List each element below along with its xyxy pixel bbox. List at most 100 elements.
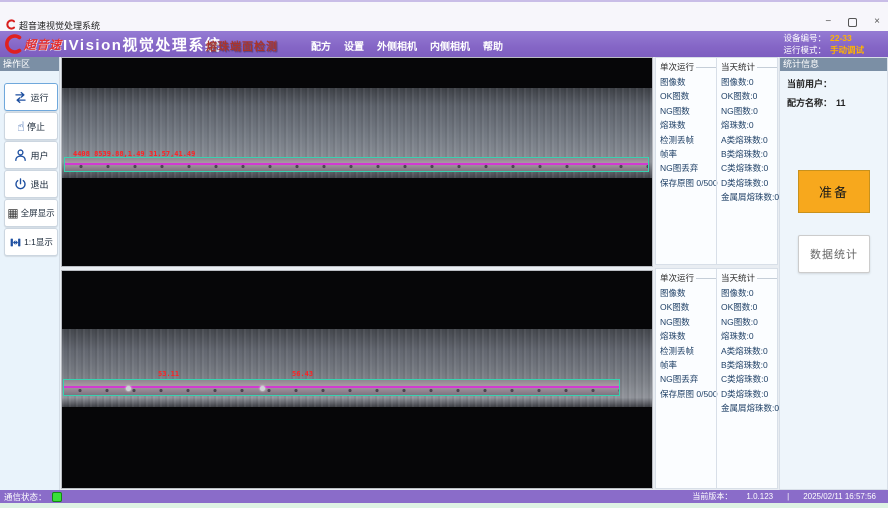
stat-row: 图像数:0 [721, 286, 777, 300]
stat-row: B类熔珠数:0 [721, 147, 777, 161]
today-stats-column: 当天统计 图像数:0 OK图数:0 NG图数:0 熔珠数:0 A类熔珠数:0 B… [716, 269, 777, 488]
header-bar: 超音速 IVision视觉处理系统 熔珠端面检测 配方 设置 外侧相机 内侧相机… [0, 31, 888, 57]
hand-stop-icon: ☝ [17, 120, 25, 133]
today-stats-title: 当天统计 [721, 61, 755, 73]
stat-row: 金属屑熔珠数:0 [721, 401, 777, 415]
titlebar[interactable]: 超音速视觉处理系统 − × [0, 2, 888, 31]
recipe-name-value: 11 [836, 98, 846, 108]
user-button[interactable]: 用户 [4, 141, 58, 169]
stat-row: 熔珠数:0 [721, 329, 777, 343]
menu-item-recipe[interactable]: 配方 [311, 38, 331, 53]
stat-row: NG图数 [660, 315, 716, 329]
run-mode-value: 手动调试 [830, 44, 880, 56]
restore-button[interactable] [848, 18, 857, 27]
stat-row: 帧率 [660, 147, 716, 161]
prepare-button[interactable]: 准备 [798, 170, 870, 213]
sidebar-title: 操作区 [0, 57, 59, 71]
one-to-one-icon [9, 236, 22, 249]
info-panel: 统计信息 当前用户： 配方名称：11 准备 数据统计 [779, 57, 888, 490]
status-bar: 通信状态： 当前版本： 1.0.123 | 2025/02/11 16:57:5… [0, 490, 888, 503]
weld-beads [68, 387, 619, 394]
minimize-button[interactable]: − [825, 17, 831, 27]
menu-item-settings[interactable]: 设置 [344, 38, 364, 53]
app-window: 超音速视觉处理系统 − × 超音速 IVision视觉处理系统 熔珠端面检测 配… [0, 0, 888, 522]
data-statistics-button[interactable]: 数据统计 [798, 235, 870, 273]
version-label: 当前版本： [692, 491, 732, 502]
user-icon [13, 148, 28, 163]
weld-beads [69, 163, 648, 170]
camera-viewport-outer: 4408 8539.88,1.49 31.57,41.49 [61, 57, 653, 267]
stat-row: 图像数 [660, 75, 716, 89]
stat-row: OK图数 [660, 300, 716, 314]
stat-row: 图像数:0 [721, 75, 777, 89]
run-mode-label: 运行模式： [783, 44, 826, 56]
datetime-value: 2025/02/11 16:57:56 [803, 492, 876, 501]
close-button[interactable]: × [874, 17, 880, 27]
measurement-annotation: 4408 8539.88,1.49 [73, 150, 145, 158]
stat-row: 熔珠数:0 [721, 118, 777, 132]
stat-row: D类熔珠数:0 [721, 176, 777, 190]
menu-item-outer-camera[interactable]: 外侧相机 [377, 38, 417, 53]
logo-swoosh-icon [3, 33, 23, 55]
device-number-label: 设备编号： [783, 32, 826, 44]
one-to-one-button-label: 1:1显示 [24, 236, 53, 248]
single-run-column: 单次运行 图像数 OK图数 NG图数 熔珠数 检测丢帧 帧率 NG图丢弃 保存原… [656, 58, 716, 264]
camera-viewport-inner: 53.11 56.43 [61, 270, 653, 489]
stat-row: 检测丢帧 [660, 133, 716, 147]
stat-row: NG图丢弃 [660, 372, 716, 386]
cycle-arrows-icon [13, 90, 28, 105]
one-to-one-button[interactable]: 1:1显示 [4, 228, 58, 256]
app-subtitle: 熔珠端面检测 [206, 38, 278, 54]
version-value: 1.0.123 [746, 492, 773, 501]
info-panel-title: 统计信息 [780, 58, 887, 71]
menu-item-inner-camera[interactable]: 内侧相机 [430, 38, 470, 53]
stat-row: OK图数:0 [721, 89, 777, 103]
run-button-label: 运行 [30, 91, 48, 104]
today-stats-column: 当天统计 图像数:0 OK图数:0 NG图数:0 熔珠数:0 A类熔珠数:0 B… [716, 58, 777, 264]
dither-square-icon: ▦ [7, 207, 18, 220]
brand-logo: 超音速 [3, 33, 62, 55]
bead-highlight [126, 386, 131, 391]
stat-row: 图像数 [660, 286, 716, 300]
stat-row: D类熔珠数:0 [721, 387, 777, 401]
exit-button[interactable]: 退出 [4, 170, 58, 198]
stats-panel-inner: 单次运行 图像数 OK图数 NG图数 熔珠数 检测丢帧 帧率 NG图丢弃 保存原… [655, 268, 778, 489]
header-info: 设备编号： 22-33 运行模式： 手动调试 [783, 32, 880, 56]
comm-status-label: 通信状态： [4, 491, 47, 503]
brand-name: 超音速 [24, 36, 62, 53]
stop-button[interactable]: ☝ 停止 [4, 112, 58, 140]
fullscreen-button[interactable]: ▦ 全屏显示 [4, 199, 58, 227]
stat-row: 帧率 [660, 358, 716, 372]
single-run-column: 单次运行 图像数 OK图数 NG图数 熔珠数 检测丢帧 帧率 NG图丢弃 保存原… [656, 269, 716, 488]
single-run-title: 单次运行 [660, 272, 694, 284]
app-icon [5, 19, 16, 30]
stats-panel-outer: 单次运行 图像数 OK图数 NG图数 熔珠数 检测丢帧 帧率 NG图丢弃 保存原… [655, 57, 778, 265]
stat-row: 检测丢帧 [660, 344, 716, 358]
stat-row: B类熔珠数:0 [721, 358, 777, 372]
run-button[interactable]: 运行 [4, 83, 58, 111]
user-button-label: 用户 [30, 149, 48, 162]
power-icon [13, 177, 28, 192]
stat-row: A类熔珠数:0 [721, 344, 777, 358]
comm-status: 通信状态： [4, 490, 62, 503]
stat-row: 保存原图 0/500 [660, 387, 716, 401]
stat-row: C类熔珠数:0 [721, 372, 777, 386]
measurement-annotation: 31.57,41.49 [149, 150, 195, 158]
stat-row: 熔珠数 [660, 329, 716, 343]
stat-row: NG图数:0 [721, 315, 777, 329]
menu-item-help[interactable]: 帮助 [483, 38, 503, 53]
main-area: 操作区 运行 ☝ 停止 用户 [0, 57, 888, 490]
app-title: IVision视觉处理系统 [63, 34, 221, 55]
stat-row: 保存原图 0/500 [660, 176, 716, 190]
detection-roi-rect [63, 379, 620, 396]
exit-button-label: 退出 [30, 178, 48, 191]
stat-row: NG图数:0 [721, 104, 777, 118]
stat-row: 金属屑熔珠数:0 [721, 190, 777, 204]
window-controls: − × [825, 17, 880, 27]
today-stats-title: 当天统计 [721, 272, 755, 284]
single-run-title: 单次运行 [660, 61, 694, 73]
measurement-annotation: 53.11 [158, 370, 179, 378]
version-info: 当前版本： 1.0.123 | 2025/02/11 16:57:56 [692, 490, 876, 503]
measurement-annotation: 56.43 [292, 370, 313, 378]
current-user-label: 当前用户： [787, 79, 832, 89]
